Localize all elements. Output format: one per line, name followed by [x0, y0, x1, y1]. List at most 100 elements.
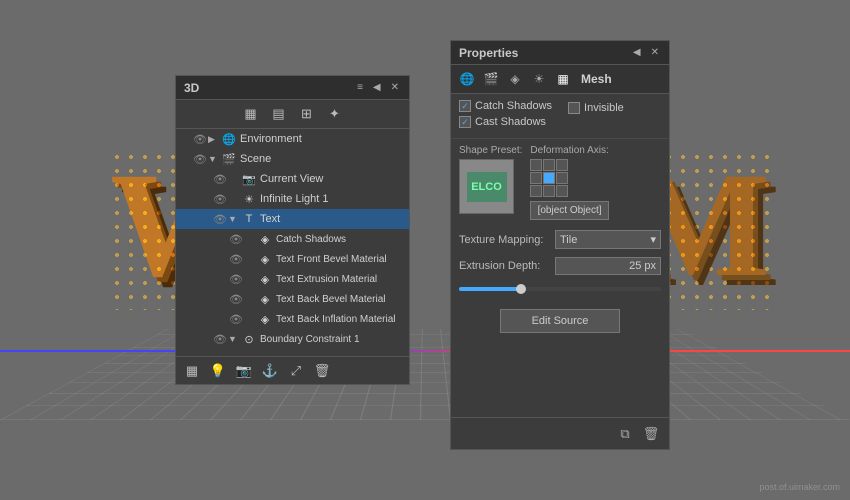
layer-tree: 👁 ▶ 🌐 Environment 👁 ▼ 🎬 Scene 👁 📷 Curren… — [176, 129, 409, 362]
layer-text-front-bevel[interactable]: 👁 ◈ Text Front Bevel Material — [176, 249, 409, 269]
vis-current-view[interactable]: 👁 — [212, 171, 228, 187]
edit-source-btn[interactable]: Edit Source — [500, 309, 620, 333]
expand-environment[interactable]: ▶ — [208, 134, 220, 145]
dg-0[interactable] — [530, 159, 542, 171]
label-text-back-inflation: Text Back Inflation Material — [274, 314, 405, 325]
layer-infinite-light[interactable]: 👁 ☀ Infinite Light 1 — [176, 189, 409, 209]
layer-scene[interactable]: 👁 ▼ 🎬 Scene — [176, 149, 409, 169]
dg-7[interactable] — [543, 185, 555, 197]
layer-current-view[interactable]: 👁 📷 Current View — [176, 169, 409, 189]
bulb-bottom-icon[interactable]: 💡 — [208, 361, 228, 381]
grid-floor — [0, 329, 850, 420]
prop-delete-icon[interactable]: 🗑 — [641, 424, 661, 444]
extrusion-depth-input[interactable]: 25 px — [555, 257, 661, 275]
reset-deformation-btn[interactable]: [object Object] — [530, 201, 608, 220]
panel-close-btn[interactable]: ✕ — [389, 82, 401, 93]
layer-boundary-constraint[interactable]: 👁 ▼ ⊙ Boundary Constraint 1 — [176, 329, 409, 349]
delete-bottom-icon[interactable]: 🗑 — [312, 361, 332, 381]
panel-collapse-btn[interactable]: ◀ — [371, 82, 383, 93]
prop-close-btn[interactable]: ✕ — [649, 47, 661, 58]
icon-text-extrusion: ◈ — [256, 270, 274, 288]
dg-8[interactable] — [556, 185, 568, 197]
properties-bottom-toolbar: ⧉ 🗑 — [451, 417, 669, 449]
layers-title: 3D — [184, 81, 199, 95]
catch-shadows-label: Catch Shadows — [475, 100, 552, 112]
watermark: post.of.uimaker.com — [759, 482, 840, 492]
layer-text-back-bevel[interactable]: 👁 ◈ Text Back Bevel Material — [176, 289, 409, 309]
icon-text-back-bevel: ◈ — [256, 290, 274, 308]
vis-scene[interactable]: 👁 — [192, 151, 208, 167]
invisible-checkbox[interactable] — [568, 102, 580, 114]
shape-deform-section: Shape Preset: ELCO Deformation Axis: — [451, 139, 669, 226]
cam-bottom-icon[interactable]: 📷 — [234, 361, 254, 381]
deformation-block: Deformation Axis: [object Object] — [530, 145, 608, 220]
layers-titlebar: 3D ≡ ◀ ✕ — [176, 76, 409, 100]
dg-2[interactable] — [556, 159, 568, 171]
cast-shadows-checkbox[interactable] — [459, 116, 471, 128]
texture-mapping-label: Texture Mapping: — [459, 234, 549, 246]
layer-text-front-inflation[interactable]: 👁 ◈ Catch Shadows — [176, 229, 409, 249]
prop-collapse-btn[interactable]: ◀ — [631, 47, 643, 58]
icon-current-view: 📷 — [240, 170, 258, 188]
deformation-grid[interactable] — [530, 159, 608, 197]
extrusion-depth-row: Extrusion Depth: 25 px — [451, 253, 669, 279]
vis-text-front-bevel[interactable]: 👁 — [228, 251, 244, 267]
vis-text-extrusion[interactable]: 👁 — [228, 271, 244, 287]
vis-text-back-bevel[interactable]: 👁 — [228, 291, 244, 307]
tab-scene-icon[interactable]: 🎬 — [481, 69, 501, 89]
deformation-axis-label: Deformation Axis: — [530, 145, 608, 156]
panel-controls: ≡ ◀ ✕ — [355, 82, 401, 93]
anchor-bottom-icon[interactable]: ⚓ — [260, 361, 280, 381]
panel-menu-btn[interactable]: ≡ — [355, 82, 365, 93]
shape-preset-thumbnail[interactable]: ELCO — [459, 159, 514, 214]
layer-text[interactable]: 👁 ▼ T Text — [176, 209, 409, 229]
cast-shadows-label: Cast Shadows — [475, 116, 546, 128]
dg-5[interactable] — [556, 172, 568, 184]
extrusion-slider-thumb[interactable] — [516, 284, 526, 294]
expand-boundary[interactable]: ▼ — [228, 334, 240, 344]
tab-shape-icon[interactable]: ◈ — [505, 69, 525, 89]
prop-copy-icon[interactable]: ⧉ — [615, 424, 635, 444]
edit-source-container: Edit Source — [451, 295, 669, 347]
expand-scene[interactable]: ▼ — [208, 154, 220, 164]
vis-text[interactable]: 👁 — [212, 211, 228, 227]
expand-text[interactable]: ▼ — [228, 214, 240, 224]
grid-bottom-icon[interactable]: ▦ — [182, 361, 202, 381]
extrusion-slider-row — [451, 279, 669, 295]
extrusion-slider-track[interactable] — [459, 287, 661, 291]
vis-text-front-inflation[interactable]: 👁 — [228, 231, 244, 247]
cast-shadows-row: Cast Shadows — [459, 116, 661, 128]
label-text: Text — [258, 213, 405, 225]
label-text-back-bevel: Text Back Bevel Material — [274, 294, 405, 305]
vis-text-back-inflation[interactable]: 👁 — [228, 311, 244, 327]
tab-env-icon[interactable]: 🌐 — [457, 69, 477, 89]
filter-icon[interactable]: ⊞ — [297, 104, 317, 124]
tab-light-icon[interactable]: ☀ — [529, 69, 549, 89]
texture-mapping-select[interactable]: Tile ▾ — [555, 230, 661, 249]
layers-bottom-toolbar: ▦ 💡 📷 ⚓ ⤢ 🗑 — [176, 356, 409, 384]
layer-text-extrusion[interactable]: 👁 ◈ Text Extrusion Material — [176, 269, 409, 289]
dg-1[interactable] — [543, 159, 555, 171]
layers-toolbar: ▦ ▤ ⊞ ✦ — [176, 100, 409, 129]
move-bottom-icon[interactable]: ⤢ — [286, 361, 306, 381]
dg-3[interactable] — [530, 172, 542, 184]
extrusion-depth-label: Extrusion Depth: — [459, 260, 549, 272]
invisible-label: Invisible — [584, 102, 624, 114]
layer-environment[interactable]: 👁 ▶ 🌐 Environment — [176, 129, 409, 149]
icon-text-front-inflation: ◈ — [256, 230, 274, 248]
catch-shadows-checkbox[interactable] — [459, 100, 471, 112]
list-view-icon[interactable]: ▤ — [269, 104, 289, 124]
label-current-view: Current View — [258, 173, 405, 185]
grid-view-icon[interactable]: ▦ — [241, 104, 261, 124]
vis-environment[interactable]: 👁 — [192, 131, 208, 147]
shape-preset-label: Shape Preset: — [459, 145, 522, 156]
layer-text-back-inflation[interactable]: 👁 ◈ Text Back Inflation Material — [176, 309, 409, 329]
light-add-icon[interactable]: ✦ — [325, 104, 345, 124]
icon-environment: 🌐 — [220, 130, 238, 148]
dg-6[interactable] — [530, 185, 542, 197]
vis-boundary[interactable]: 👁 — [212, 331, 228, 347]
tab-mesh-icon[interactable]: ▦ — [553, 69, 573, 89]
catch-shadows-row: Catch Shadows — [459, 100, 552, 112]
vis-infinite-light[interactable]: 👁 — [212, 191, 228, 207]
dg-4[interactable] — [543, 172, 555, 184]
